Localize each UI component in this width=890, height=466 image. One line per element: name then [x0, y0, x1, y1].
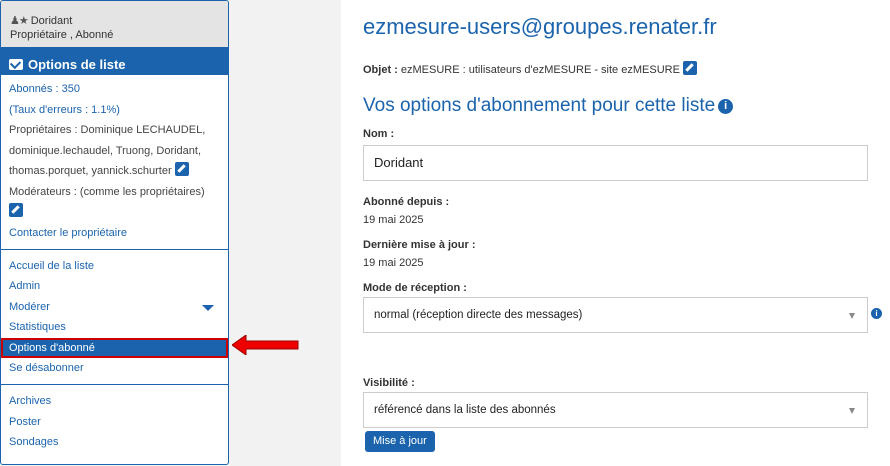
separator	[1, 249, 228, 250]
subject-value: ezMESURE : utilisateurs d'ezMESURE - sit…	[400, 64, 680, 76]
edit-moderators-icon[interactable]	[9, 203, 23, 217]
nav-item-post[interactable]: Poster	[1, 412, 228, 432]
nav-item-moderate[interactable]: Modérer	[1, 297, 228, 317]
owners-line-3: thomas.porquet, yannick.schurter	[9, 165, 172, 177]
owners-line-2: dominique.lechaudel, Truong, Doridant,	[9, 144, 202, 157]
sidebar-panel: ♟★ Doridant Propriétaire , Abonné Options…	[0, 0, 229, 465]
subject-line: Objet : ezMESURE : utilisateurs d'ezMESU…	[363, 61, 697, 76]
reception-mode-select[interactable]: normal (réception directe des messages)	[363, 297, 868, 333]
main-content: ezmesure-users@groupes.renater.fr Objet …	[341, 0, 890, 466]
contact-owner-link[interactable]: Contacter le propriétaire	[9, 223, 228, 244]
visibility-select[interactable]: référencé dans la liste des abonnés	[363, 392, 868, 428]
visibility-value: référencé dans la liste des abonnés	[374, 404, 556, 416]
nav-item-subscriber-options[interactable]: Options d'abonné	[1, 337, 228, 358]
list-address-title: ezmesure-users@groupes.renater.fr	[363, 14, 717, 39]
dropdown-arrow-icon	[849, 313, 855, 319]
name-field[interactable]: Doridant	[363, 145, 868, 181]
nav-item-archives[interactable]: Archives	[1, 391, 228, 411]
reception-mode-value: normal (réception directe des messages)	[374, 309, 583, 321]
nav-item-statistics[interactable]: Statistiques	[1, 317, 228, 337]
subject-label: Objet :	[363, 64, 398, 76]
nav-group-content: Archives Poster Sondages	[1, 391, 228, 452]
subscribed-since-value: 19 mai 2025	[363, 214, 424, 226]
list-options-title: Options de liste	[28, 56, 126, 72]
user-roles: Propriétaire , Abonné	[10, 29, 114, 41]
subscribers-link[interactable]: Abonnés : 350	[9, 79, 228, 100]
separator	[1, 384, 228, 386]
dropdown-arrow-icon	[849, 408, 855, 414]
list-options-header: Options de liste	[1, 47, 228, 75]
subscribed-since-label: Abonné depuis :	[363, 196, 450, 208]
nav-item-admin[interactable]: Admin	[1, 276, 228, 296]
section-title: Vos options d'abonnement pour cette list…	[363, 95, 734, 117]
nav-item-polls[interactable]: Sondages	[1, 432, 228, 452]
user-star-icon: ♟★	[10, 15, 29, 27]
edit-owners-icon[interactable]	[174, 162, 189, 176]
nav-group-list: Accueil de la liste Admin Modérer Statis…	[1, 256, 228, 378]
sidebar: ♟★ Doridant Propriétaire , Abonné Options…	[0, 0, 229, 466]
user-info: ♟★ Doridant Propriétaire , Abonné	[1, 1, 228, 47]
owners-line-1: Propriétaires : Dominique LECHAUDEL,	[9, 124, 206, 136]
moderators-text: Modérateurs : (comme les propriétaires)	[9, 185, 205, 198]
list-info: Abonnés : 350 (Taux d'erreurs : 1.1%) Pr…	[1, 75, 228, 243]
edit-subject-icon[interactable]	[682, 61, 697, 75]
last-update-value: 19 mai 2025	[363, 257, 424, 269]
section-title-text: Vos options d'abonnement pour cette list…	[363, 95, 716, 116]
visibility-label: Visibilité :	[363, 377, 415, 389]
reception-mode-label: Mode de réception :	[363, 282, 467, 294]
nav-item-unsubscribe[interactable]: Se désabonner	[1, 358, 228, 378]
envelope-icon	[9, 58, 23, 70]
reception-info-icon[interactable]: i	[871, 308, 882, 319]
error-rate-link[interactable]: (Taux d'erreurs : 1.1%)	[9, 100, 228, 121]
name-label: Nom :	[363, 128, 395, 140]
last-update-label: Dernière mise à jour :	[363, 239, 476, 251]
red-arrow-icon	[232, 335, 299, 355]
info-icon[interactable]: i	[718, 99, 734, 114]
nav-item-moderate-label: Modérer	[9, 300, 50, 313]
update-button[interactable]: Mise à jour	[365, 431, 435, 452]
chevron-down-icon[interactable]	[202, 304, 214, 311]
user-name: Doridant	[30, 15, 73, 27]
nav-item-home[interactable]: Accueil de la liste	[1, 256, 228, 276]
